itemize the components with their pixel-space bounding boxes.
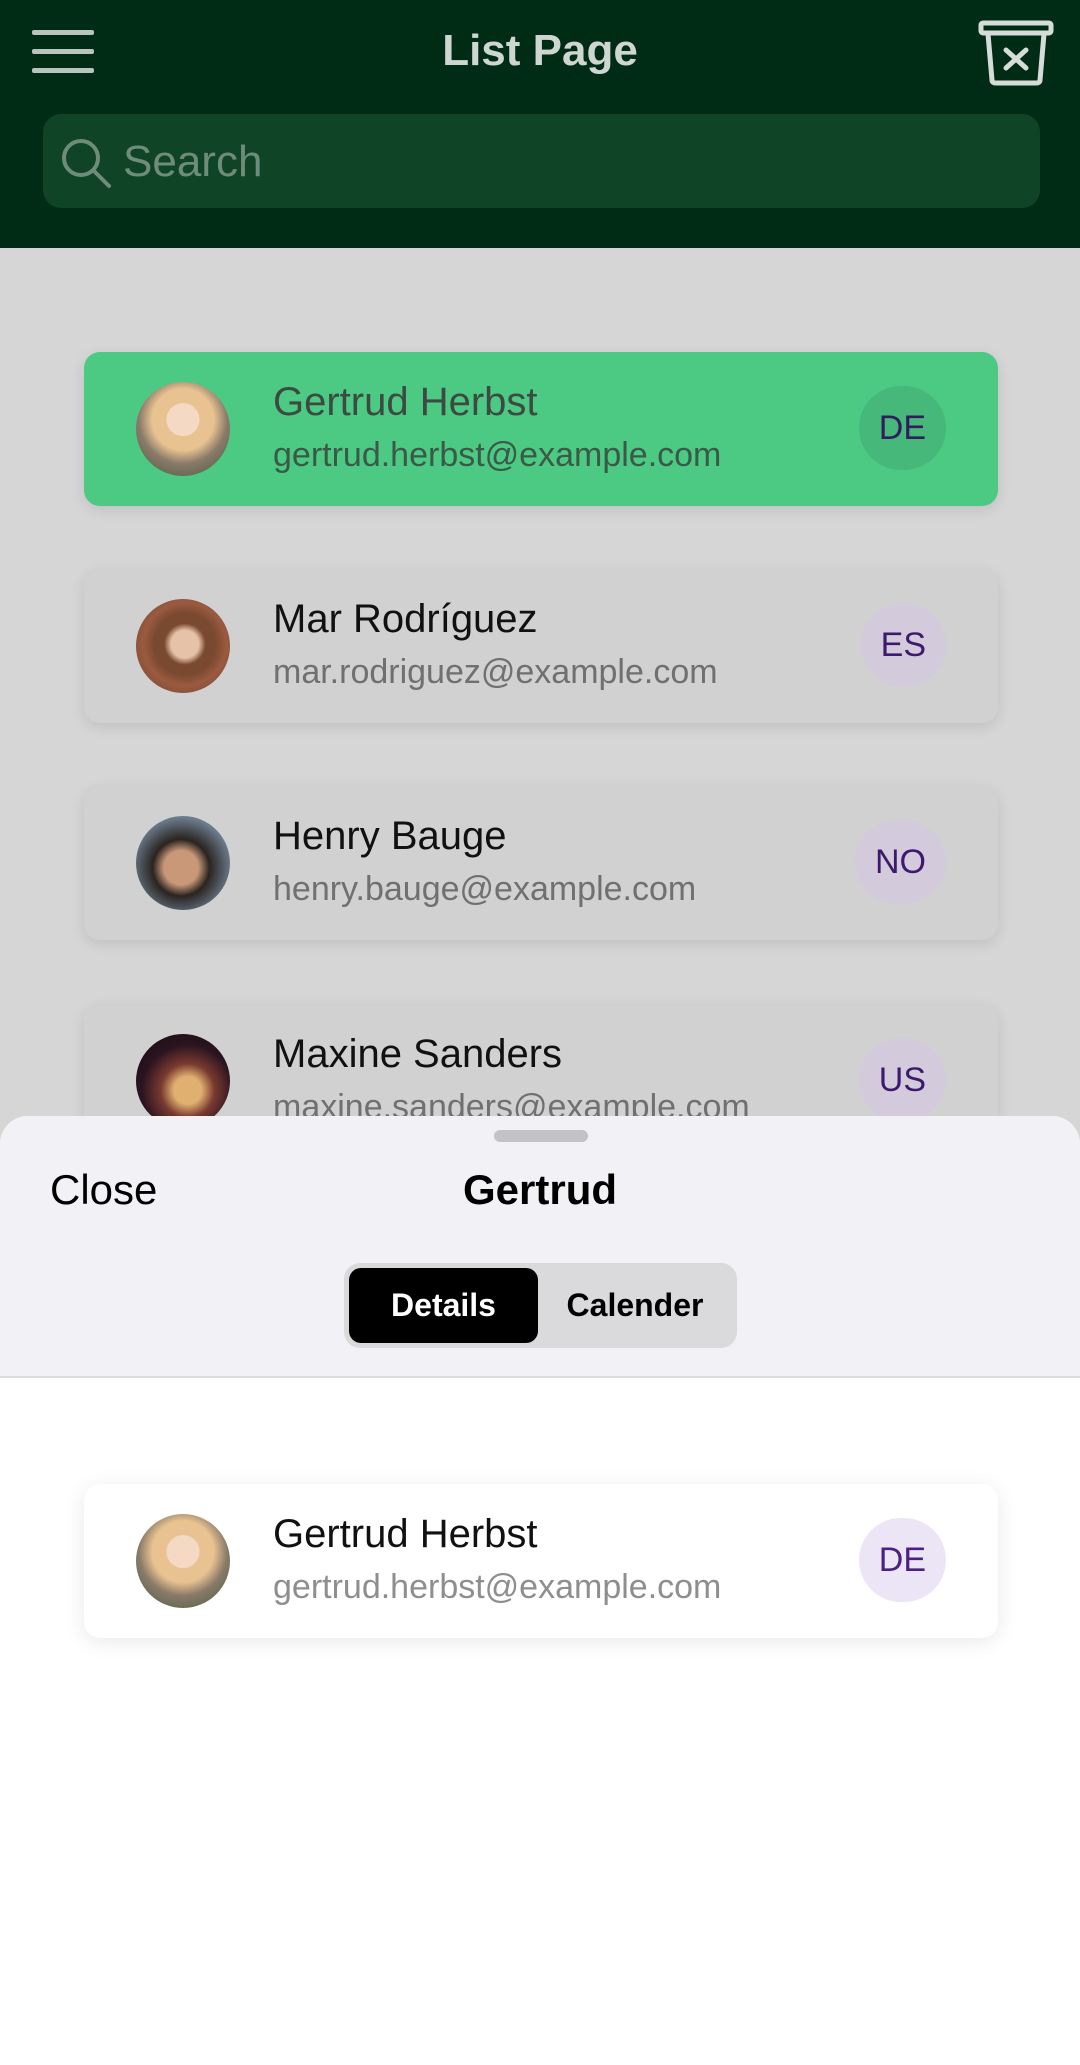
list-item[interactable]: Henry Bauge henry.bauge@example.com NO	[84, 786, 998, 940]
app-header: List Page	[0, 0, 1080, 248]
avatar	[136, 816, 230, 910]
page-title: List Page	[442, 26, 638, 75]
avatar	[136, 1034, 230, 1128]
contact-email: mar.rodriguez@example.com	[273, 653, 718, 691]
tab-calender[interactable]: Calender	[538, 1268, 732, 1343]
sheet-header: Close Gertrud Details Calender	[0, 1116, 1080, 1378]
country-badge: ES	[860, 603, 946, 687]
country-badge: NO	[855, 820, 946, 904]
segmented-control: Details Calender	[344, 1263, 737, 1348]
country-badge: DE	[858, 1518, 946, 1602]
list-item[interactable]: Gertrud Herbst gertrud.herbst@example.co…	[84, 352, 998, 506]
contact-name: Gertrud Herbst	[273, 1512, 538, 1556]
contact-email: henry.bauge@example.com	[273, 870, 697, 908]
search-input[interactable]	[121, 114, 1005, 210]
tab-details[interactable]: Details	[349, 1268, 538, 1343]
search-bar[interactable]	[43, 114, 1040, 210]
avatar	[136, 599, 230, 693]
detail-card: Gertrud Herbst gertrud.herbst@example.co…	[84, 1484, 998, 1638]
trash-x-icon[interactable]	[978, 20, 1054, 86]
contact-name: Mar Rodríguez	[273, 597, 538, 641]
contact-email: gertrud.herbst@example.com	[273, 436, 722, 474]
avatar	[136, 1514, 230, 1608]
drag-handle[interactable]	[494, 1130, 588, 1142]
search-icon	[59, 136, 113, 190]
contact-name: Maxine Sanders	[273, 1032, 563, 1076]
sheet-title: Gertrud	[462, 1166, 617, 1213]
country-badge: US	[858, 1038, 946, 1122]
contact-name: Gertrud Herbst	[273, 380, 538, 424]
bottom-sheet: Close Gertrud Details Calender Gertrud H…	[0, 1116, 1080, 2065]
contact-email: gertrud.herbst@example.com	[273, 1568, 722, 1606]
avatar	[136, 382, 230, 476]
contact-name: Henry Bauge	[273, 814, 507, 858]
list-item[interactable]: Mar Rodríguez mar.rodriguez@example.com …	[84, 569, 998, 723]
country-badge: DE	[858, 386, 946, 470]
